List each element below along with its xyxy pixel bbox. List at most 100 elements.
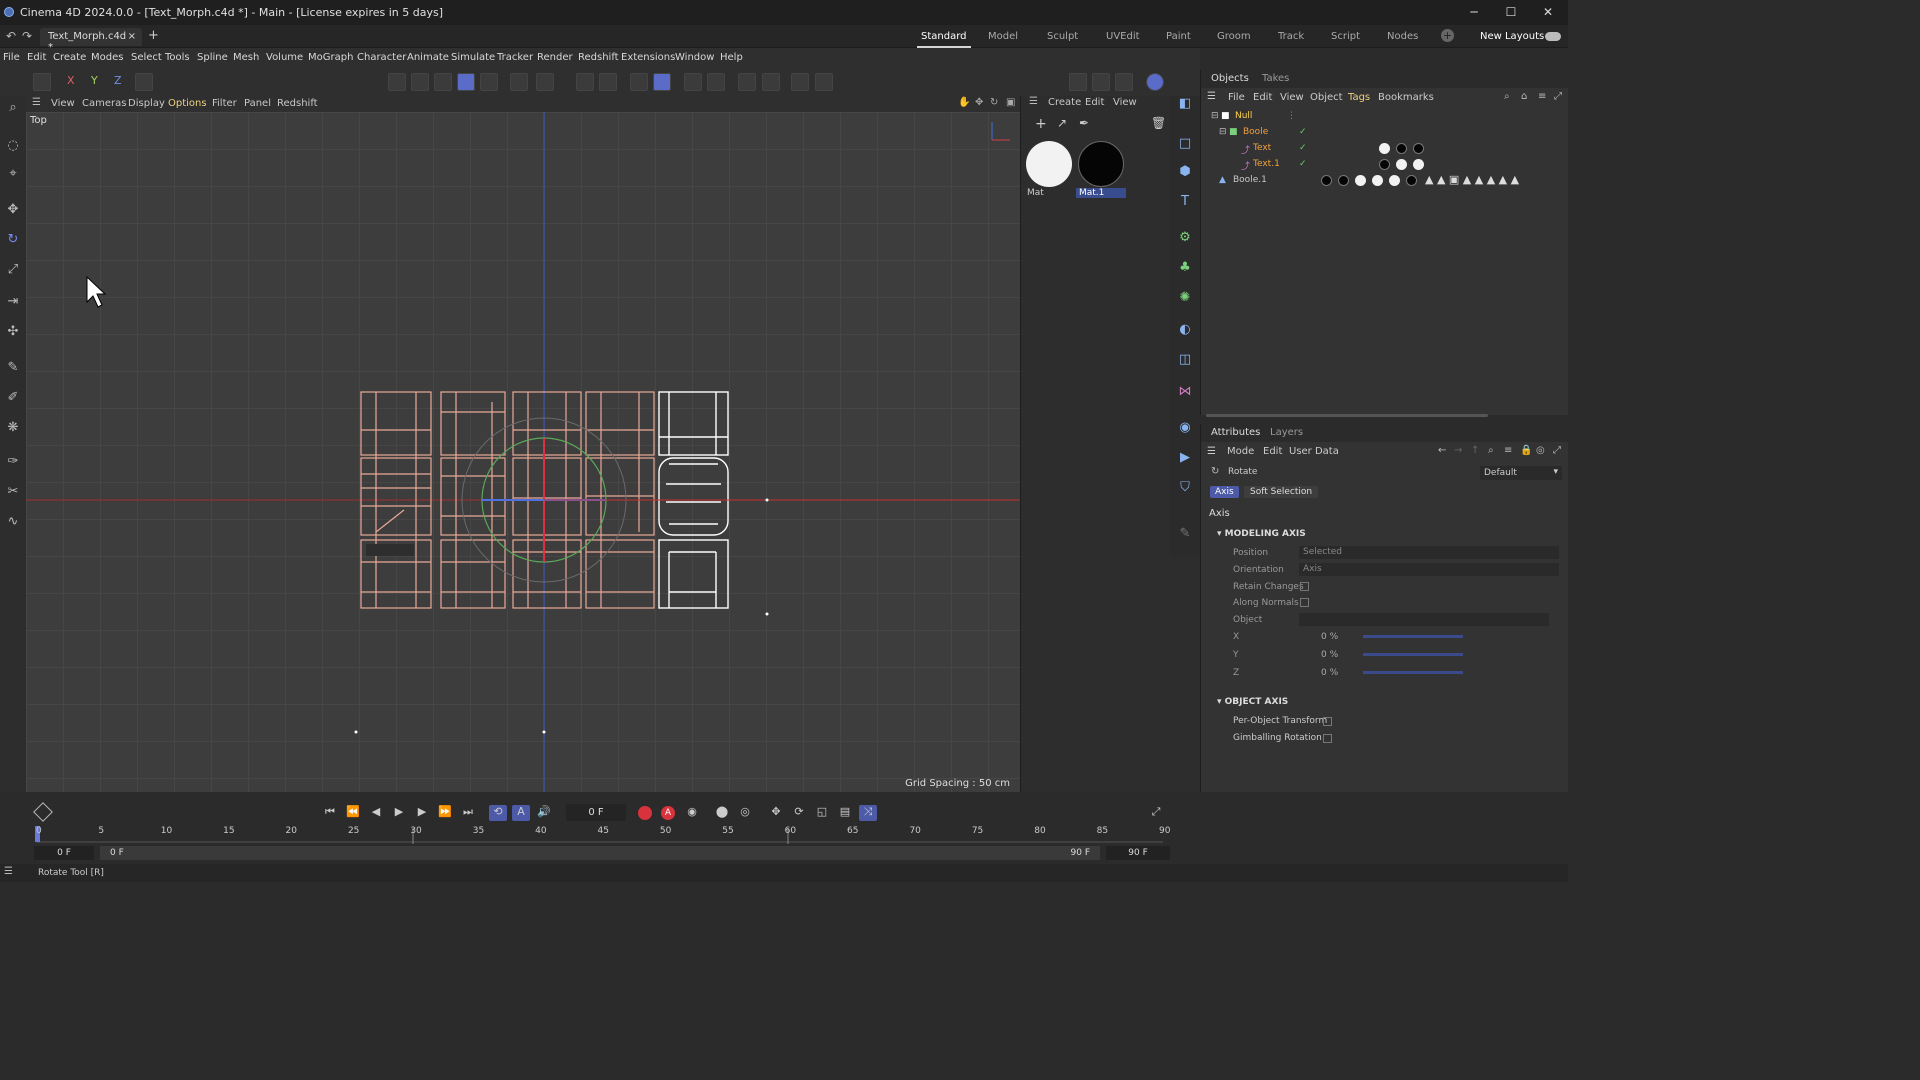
section-modeling-axis[interactable]: ▾ MODELING AXIS xyxy=(1217,529,1306,539)
go-to-start-icon[interactable]: ⏮ xyxy=(321,805,339,821)
material-swatch-mat[interactable] xyxy=(1026,141,1072,187)
menu-redshift[interactable]: Redshift xyxy=(578,52,619,63)
objects-expand-icon[interactable]: ⤢ xyxy=(1554,91,1562,102)
render-active-view-icon[interactable] xyxy=(1069,73,1087,91)
attributes-search-icon[interactable]: ⌕ xyxy=(1488,445,1494,456)
record-icon[interactable] xyxy=(638,806,652,820)
target-icon[interactable]: ◎ xyxy=(1536,445,1545,456)
timeline-curve-icon[interactable]: ⤢ xyxy=(1147,805,1165,821)
axis-mode-icon[interactable] xyxy=(510,73,528,91)
key-param-icon[interactable]: ⟳ xyxy=(790,805,808,821)
menu-modes[interactable]: Modes xyxy=(91,52,123,63)
attributes-menu-mode[interactable]: Mode xyxy=(1227,446,1254,457)
move-tool-icon[interactable]: ✥ xyxy=(3,200,23,220)
object-row-text-1[interactable]: ⤴ Text.1 ✓ xyxy=(1207,157,1557,173)
workplane-icon[interactable] xyxy=(630,73,648,91)
environment-icon[interactable]: ◉ xyxy=(1175,420,1195,440)
y-value[interactable]: 0 % xyxy=(1321,650,1338,660)
selection-filter-icon[interactable]: ⌖ xyxy=(3,164,23,184)
section-object-axis[interactable]: ▾ OBJECT AXIS xyxy=(1217,697,1288,707)
attributes-menu-edit[interactable]: Edit xyxy=(1263,446,1282,457)
subtab-soft-selection[interactable]: Soft Selection xyxy=(1244,486,1319,498)
edit-icon[interactable]: ✎ xyxy=(1175,526,1195,546)
menu-render[interactable]: Render xyxy=(537,52,573,63)
model-mode-icon[interactable] xyxy=(457,73,475,91)
viewport-menu-display[interactable]: Display xyxy=(128,98,165,109)
menu-help[interactable]: Help xyxy=(720,52,743,63)
viewport-hamburger-icon[interactable]: ☰ xyxy=(32,97,41,108)
undo-icon[interactable]: ↶ xyxy=(6,29,16,43)
y-axis-lock-button[interactable]: Y xyxy=(91,74,98,87)
layout-toggle-icon[interactable] xyxy=(1545,32,1561,41)
snap-settings-icon[interactable] xyxy=(599,73,617,91)
transfer-tool-icon[interactable]: ⇥ xyxy=(3,292,23,312)
lock-icon[interactable]: 🔒 xyxy=(1520,445,1532,456)
orbit-view-icon[interactable]: ↻ xyxy=(990,97,998,108)
menu-extensions[interactable]: Extensions xyxy=(621,52,675,63)
status-hamburger-icon[interactable]: ☰ xyxy=(4,866,13,877)
object-row-boole-1[interactable]: ▲ Boole.1 ▲ ▲ ▣ ▲ ▲ ▲ ▲ ▲ xyxy=(1207,173,1557,189)
object-row-null[interactable]: ⊟ ■ Null ⋮ xyxy=(1207,109,1557,125)
play-icon[interactable]: ▶ xyxy=(390,805,408,821)
end-frame-field[interactable]: 90 F xyxy=(1106,846,1170,860)
objects-horizontal-scrollbar[interactable] xyxy=(1206,414,1488,417)
render-view-icon[interactable] xyxy=(791,73,809,91)
menu-window[interactable]: Window xyxy=(675,52,714,63)
scene-wireframe[interactable] xyxy=(26,112,1020,792)
pan-view-icon[interactable]: ✋ xyxy=(958,97,970,108)
objects-menu-bookmarks[interactable]: Bookmarks xyxy=(1378,92,1434,103)
layout-uvedit[interactable]: UVEdit xyxy=(1106,31,1140,42)
toggle-view-icon[interactable]: ▣ xyxy=(1006,97,1015,108)
start-frame-field[interactable]: 0 F xyxy=(34,846,94,860)
new-tab-button[interactable]: + xyxy=(148,28,159,43)
new-layouts-button[interactable]: New Layouts xyxy=(1480,31,1544,42)
layout-sculpt[interactable]: Sculpt xyxy=(1047,31,1078,42)
scale-tool-icon[interactable]: ⤢ xyxy=(3,260,23,280)
redo-icon[interactable]: ↷ xyxy=(22,29,32,43)
last-tool-icon[interactable] xyxy=(33,73,51,91)
material-menu-create[interactable]: Create xyxy=(1048,97,1081,108)
position-dropdown[interactable]: Selected xyxy=(1299,546,1559,559)
interpolation-icon[interactable]: ⤨ xyxy=(859,805,877,821)
attributes-menu-user-data[interactable]: User Data xyxy=(1289,446,1339,457)
object-row-boole[interactable]: ⊟ ■ Boole ✓ xyxy=(1207,125,1557,141)
layout-standard[interactable]: Standard xyxy=(917,31,970,48)
placement-tool-icon[interactable]: ✣ xyxy=(3,322,23,342)
per-object-transform-checkbox[interactable] xyxy=(1323,717,1332,726)
object-row-text[interactable]: ⤴ Text ✓ xyxy=(1207,141,1557,157)
viewport-menu-options[interactable]: Options xyxy=(168,98,207,109)
y-slider[interactable] xyxy=(1363,653,1463,656)
material-menu-edit[interactable]: Edit xyxy=(1085,97,1104,108)
quantize-icon[interactable] xyxy=(684,73,702,91)
generator-icon[interactable]: ⚙ xyxy=(1175,230,1195,250)
spline-pen-icon[interactable]: ✎ xyxy=(3,358,23,378)
menu-tools[interactable]: Tools xyxy=(165,52,190,63)
go-to-end-icon[interactable]: ⏭ xyxy=(459,805,477,821)
sculpt-tool-icon[interactable]: ❋ xyxy=(3,418,23,438)
cloner-icon[interactable]: ♣ xyxy=(1175,260,1195,280)
camera-tool-icon[interactable]: ◧ xyxy=(1175,96,1195,116)
tab-close-icon[interactable]: × xyxy=(128,31,136,42)
tab-document[interactable]: Text_Morph.c4d * × xyxy=(40,28,142,53)
add-layout-icon[interactable]: + xyxy=(1441,29,1454,42)
menu-animate[interactable]: Animate xyxy=(407,52,449,63)
objects-menu-tags[interactable]: Tags xyxy=(1348,92,1370,103)
texture-mode-icon[interactable] xyxy=(480,73,498,91)
subtab-axis[interactable]: Axis xyxy=(1210,486,1239,498)
viewport-solo-icon[interactable] xyxy=(536,73,554,91)
autokey-icon[interactable]: A xyxy=(661,806,675,820)
auto-playback-icon[interactable]: A xyxy=(512,805,530,821)
sound-icon[interactable]: 🔊 xyxy=(535,805,553,821)
along-normals-checkbox[interactable] xyxy=(1300,598,1309,607)
coordinate-system-icon[interactable] xyxy=(135,73,153,91)
deformer-icon[interactable]: ◐ xyxy=(1175,322,1195,342)
field-icon[interactable]: ◫ xyxy=(1175,352,1195,372)
text-spline-icon[interactable]: T xyxy=(1175,194,1195,214)
points-mode-icon[interactable] xyxy=(388,73,406,91)
polygons-mode-icon[interactable] xyxy=(434,73,452,91)
locked-workplane-icon[interactable] xyxy=(707,73,725,91)
key-rotation-icon[interactable]: ◎ xyxy=(736,805,754,821)
key-point-icon[interactable]: ▤ xyxy=(836,805,854,821)
x-axis-lock-button[interactable]: X xyxy=(67,74,75,87)
material-menu-view[interactable]: View xyxy=(1113,97,1137,108)
